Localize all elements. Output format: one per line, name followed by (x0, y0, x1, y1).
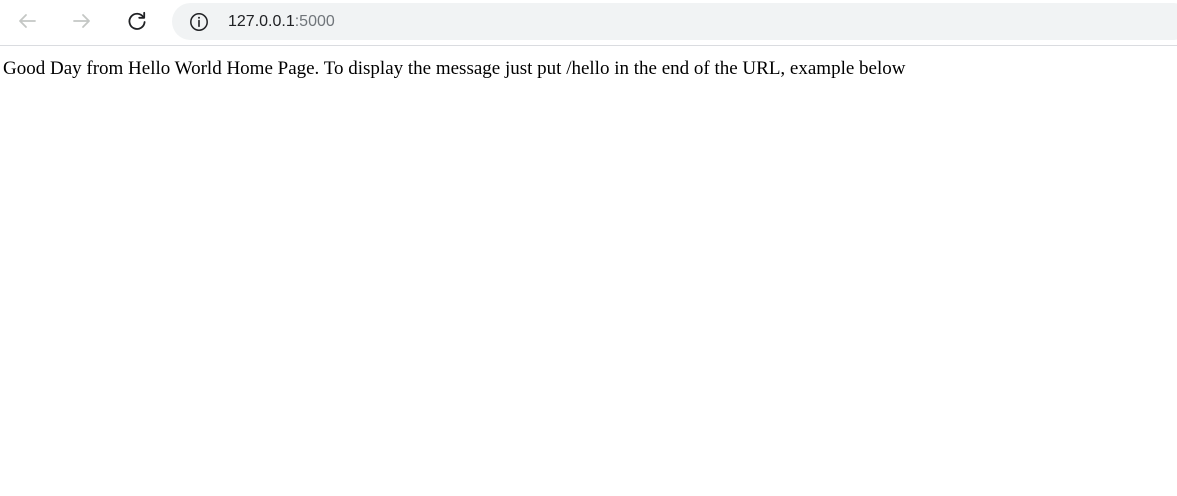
browser-toolbar: 127.0.0.1:5000 (0, 0, 1177, 46)
url-port: :5000 (294, 13, 335, 30)
page-message: Good Day from Hello World Home Page. To … (3, 58, 906, 79)
arrow-left-icon (19, 14, 36, 28)
url-host: 127.0.0.1 (228, 13, 295, 30)
arrow-right-icon (73, 14, 90, 28)
reload-icon (128, 11, 146, 30)
forward-button[interactable] (66, 5, 98, 37)
url-text[interactable]: 127.0.0.1:5000 (228, 12, 335, 32)
address-bar[interactable]: 127.0.0.1:5000 (172, 3, 1177, 40)
reload-button[interactable] (121, 5, 153, 37)
site-info-button[interactable] (188, 11, 209, 32)
back-button[interactable] (11, 5, 43, 37)
info-circle-icon (189, 12, 208, 31)
